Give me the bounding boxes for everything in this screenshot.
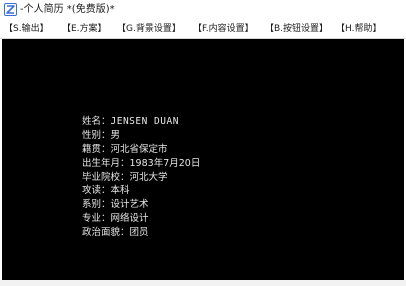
resume-info-list: 姓名：JENSEN DUAN 性别：男 籍贯：河北省保定市 出生年月：1983年… <box>82 115 200 240</box>
resume-label: 系别： <box>82 199 111 211</box>
resume-label: 攻读： <box>82 185 111 197</box>
resume-value: 男 <box>110 129 121 141</box>
resume-value: 团员 <box>129 227 149 239</box>
resume-line-school: 毕业院校：河北大学 <box>82 171 200 185</box>
console-area: 姓名：JENSEN DUAN 性别：男 籍贯：河北省保定市 出生年月：1983年… <box>2 39 404 280</box>
title-bar[interactable]: -个人简历 *(免费版)* <box>0 0 406 20</box>
resume-value: 河北省保定市 <box>110 143 168 155</box>
resume-value: 设计艺术 <box>110 199 149 211</box>
resume-value: 本科 <box>110 185 130 197</box>
resume-line-department: 系别：设计艺术 <box>82 198 200 212</box>
resume-value: JENSEN DUAN <box>110 116 179 127</box>
resume-label: 姓名： <box>82 116 111 127</box>
menu-output[interactable]: 【S.输出】 <box>4 22 49 36</box>
resume-line-major: 专业：网络设计 <box>82 212 200 226</box>
menu-content-settings[interactable]: 【F.内容设置】 <box>193 22 254 36</box>
resume-line-political-status: 政治面貌：团员 <box>82 226 200 240</box>
resume-label: 籍贯： <box>82 143 111 155</box>
resume-value: 网络设计 <box>110 213 149 225</box>
menu-help[interactable]: 【H.帮助】 <box>336 22 381 36</box>
app-logo-icon <box>4 3 17 16</box>
resume-label: 专业： <box>82 213 111 225</box>
app-window: -个人简历 *(免费版)* 【S.输出】 【E.方案】 【G.背景设置】 【F.… <box>0 0 406 286</box>
resume-label: 毕业院校： <box>82 171 130 183</box>
menu-scheme[interactable]: 【E.方案】 <box>62 22 107 36</box>
menu-bar: 【S.输出】 【E.方案】 【G.背景设置】 【F.内容设置】 【B.按钮设置】… <box>0 20 406 39</box>
resume-line-gender: 性别：男 <box>82 129 200 143</box>
resume-line-hometown: 籍贯：河北省保定市 <box>82 143 200 157</box>
resume-label: 出生年月： <box>82 157 130 169</box>
window-bottom-edge <box>0 280 406 286</box>
resume-line-birthdate: 出生年月：1983年7月20日 <box>82 157 200 171</box>
resume-label: 性别： <box>82 129 111 141</box>
resume-value: 河北大学 <box>129 171 168 183</box>
resume-line-degree: 攻读：本科 <box>82 184 200 198</box>
resume-line-name: 姓名：JENSEN DUAN <box>82 115 200 129</box>
window-title: -个人简历 *(免费版)* <box>20 4 115 15</box>
menu-button-settings[interactable]: 【B.按钮设置】 <box>265 22 328 36</box>
resume-value: 1983年7月20日 <box>129 157 201 169</box>
menu-background-settings[interactable]: 【G.背景设置】 <box>117 22 181 36</box>
resume-label: 政治面貌： <box>82 227 130 239</box>
